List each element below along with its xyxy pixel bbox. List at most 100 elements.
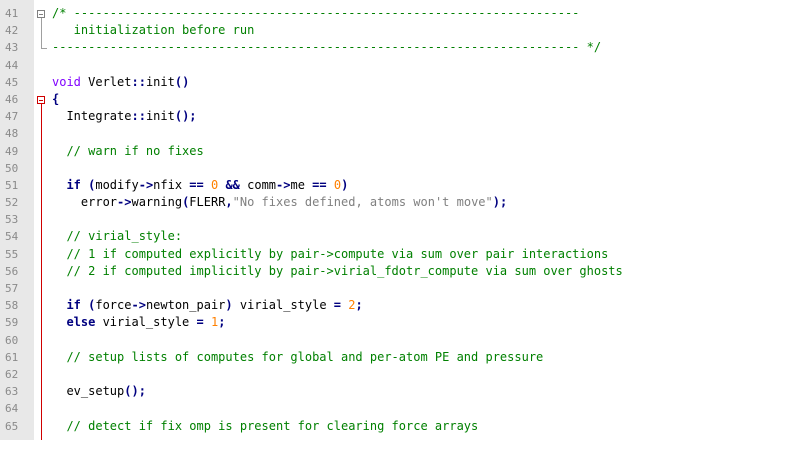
code-line[interactable]: 58 if (force->newton_pair) virial_style …: [0, 297, 802, 314]
code-lines[interactable]: 41 /* -----------------------------------…: [0, 5, 802, 435]
code-text: // setup lists of computes for global an…: [52, 349, 543, 366]
code-line[interactable]: 50: [0, 160, 802, 177]
code-token: ev_setup: [52, 384, 125, 399]
code-token: 0: [210, 177, 226, 192]
code-line[interactable]: 55 // 1 if computed explicitly by pair->…: [0, 246, 802, 263]
code-editor[interactable]: 41 /* -----------------------------------…: [0, 0, 802, 466]
code-token: ->: [138, 177, 154, 192]
code-line[interactable]: 53: [0, 211, 802, 228]
code-token: Verlet: [88, 74, 132, 89]
line-number: 65: [5, 419, 19, 433]
code-line[interactable]: 62: [0, 366, 802, 383]
code-token: "No fixes defined, atoms won't move": [232, 195, 493, 210]
code-text: ----------------------------------------…: [52, 39, 601, 56]
code-text: if (force->newton_pair) virial_style = 2…: [52, 297, 363, 314]
line-number: 50: [5, 161, 19, 175]
code-line[interactable]: 59 else virial_style = 1;: [0, 314, 802, 331]
code-token: virial_style: [239, 298, 334, 313]
line-number: 64: [5, 402, 19, 416]
line-number: 48: [5, 127, 19, 141]
code-text: {: [52, 91, 59, 108]
line-number: 54: [5, 230, 19, 244]
code-line[interactable]: 63 ev_setup();: [0, 383, 802, 400]
code-text: error->warning(FLERR,"No fixes defined, …: [52, 194, 507, 211]
code-line[interactable]: 61 // setup lists of computes for global…: [0, 349, 802, 366]
code-line[interactable]: 46 {: [0, 91, 802, 108]
line-number: 61: [5, 350, 19, 364]
line-number: 57: [5, 282, 19, 295]
code-token: ::: [131, 109, 146, 124]
code-text: void Verlet::init(): [52, 74, 189, 91]
code-token: &&: [225, 177, 248, 192]
code-token: ): [225, 298, 240, 313]
code-line[interactable]: 42 initialization before run: [0, 22, 802, 39]
code-token: );: [492, 195, 508, 210]
code-token: if: [52, 177, 89, 192]
code-token: if: [52, 298, 89, 313]
code-token: ->: [131, 298, 146, 313]
code-line[interactable]: 56 // 2 if computed implicitly by pair->…: [0, 263, 802, 280]
code-token: ->: [117, 195, 132, 210]
line-number: 41: [5, 7, 19, 20]
code-line[interactable]: 57: [0, 280, 802, 297]
line-number: 62: [5, 367, 19, 381]
code-token: ->: [276, 177, 291, 192]
code-line[interactable]: 60: [0, 332, 802, 349]
code-line[interactable]: 41 /* -----------------------------------…: [0, 5, 802, 22]
code-text: // warn if no fixes: [52, 143, 203, 160]
code-token: void: [52, 74, 89, 89]
code-line[interactable]: 65 // detect if fix omp is present for c…: [0, 418, 802, 435]
code-token: // virial_style:: [52, 229, 183, 244]
code-token: comm: [247, 177, 277, 192]
code-text: // 1 if computed explicitly by pair->com…: [52, 246, 608, 263]
code-line[interactable]: 54 // virial_style:: [0, 228, 802, 245]
code-token: // detect if fix omp is present for clea…: [52, 418, 479, 433]
code-token: force: [95, 298, 132, 313]
code-text: initialization before run: [52, 22, 255, 39]
code-token: // setup lists of computes for global an…: [52, 349, 544, 364]
code-text: // virial_style:: [52, 228, 182, 245]
line-number: 49: [5, 144, 19, 158]
code-line[interactable]: 45 void Verlet::init(): [0, 74, 802, 91]
line-number: 56: [5, 264, 19, 278]
line-number: 47: [5, 110, 19, 124]
code-token: modify: [95, 177, 139, 192]
code-token: nfix: [153, 177, 190, 192]
code-text: else virial_style = 1;: [52, 314, 225, 331]
line-number: 58: [5, 299, 19, 313]
code-token: initialization before run: [52, 23, 255, 38]
code-token: // 2 if computed implicitly by pair->vir…: [52, 263, 623, 278]
code-text: // 2 if computed implicitly by pair->vir…: [52, 263, 623, 280]
code-text: ev_setup();: [52, 383, 146, 400]
code-token: 0: [333, 177, 342, 192]
code-line[interactable]: 48: [0, 125, 802, 142]
code-line[interactable]: 49 // warn if no fixes: [0, 143, 802, 160]
line-number: 51: [5, 178, 19, 192]
code-line[interactable]: 47 Integrate::init();: [0, 108, 802, 125]
line-number: 52: [5, 196, 19, 210]
code-line[interactable]: 51 if (modify->nfix == 0 && comm->me == …: [0, 177, 802, 194]
code-token: warning: [131, 195, 183, 210]
code-text: /* -------------------------------------…: [52, 5, 579, 22]
line-number: 60: [5, 333, 19, 347]
code-line[interactable]: 52 error->warning(FLERR,"No fixes define…: [0, 194, 802, 211]
code-token: ::: [131, 74, 146, 89]
code-token: ();: [124, 384, 146, 399]
code-token: ==: [189, 177, 211, 192]
line-number: 43: [5, 41, 19, 55]
code-line[interactable]: 43 --------------------------------------…: [0, 39, 802, 56]
code-token: error: [52, 195, 118, 210]
code-token: init: [145, 109, 175, 124]
code-line[interactable]: 64: [0, 400, 802, 417]
code-token: virial_style: [102, 315, 197, 330]
line-number: 59: [5, 316, 19, 330]
code-token: ;: [355, 298, 363, 313]
code-token: init: [145, 74, 175, 89]
code-token: ==: [312, 177, 334, 192]
code-token: /* -------------------------------------…: [52, 6, 580, 20]
line-number: 63: [5, 385, 19, 399]
code-token: ();: [174, 109, 197, 124]
code-token: ----------------------------------------…: [52, 40, 602, 55]
code-text: Integrate::init();: [52, 108, 197, 125]
code-line[interactable]: 44: [0, 57, 802, 74]
